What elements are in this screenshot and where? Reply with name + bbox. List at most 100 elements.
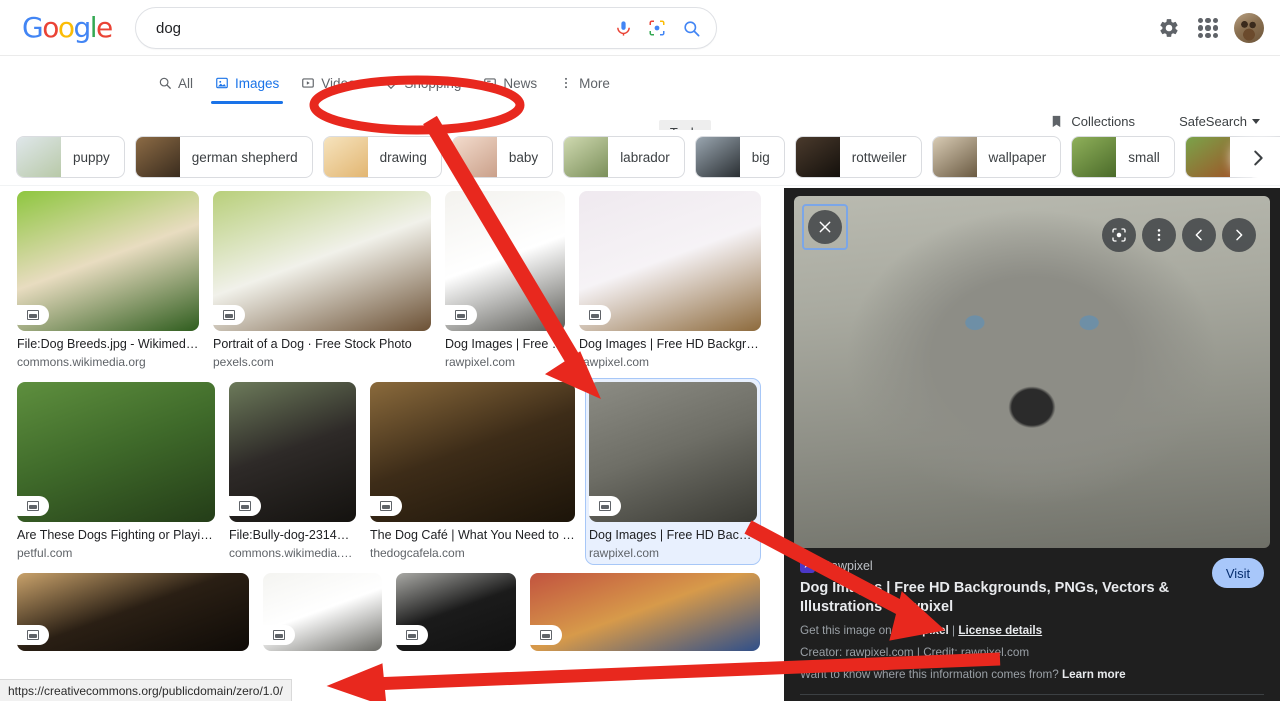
image-result[interactable] (260, 570, 385, 654)
license-badge-icon (579, 305, 611, 325)
license-badge-icon (445, 305, 477, 325)
tab-label: Shopping (404, 75, 462, 91)
tab-images[interactable]: Images (205, 66, 289, 104)
tab-shopping[interactable]: Shopping (374, 66, 471, 100)
search-chip[interactable]: rottweiler (794, 136, 922, 178)
license-badge-icon (17, 305, 49, 325)
image-results-grid[interactable]: File:Dog Breeds.jpg - Wikimedia Co... com… (0, 188, 784, 701)
preview-hero-image[interactable] (794, 196, 1270, 548)
avatar[interactable] (1234, 13, 1264, 43)
search-box[interactable]: dog (135, 7, 717, 49)
logo-letter: g (73, 10, 91, 44)
result-title: File:Dog Breeds.jpg - Wikimedia Co... (17, 337, 199, 351)
search-chip[interactable]: puppy (16, 136, 125, 178)
image-result[interactable]: Dog Images | Free HD ... rawpixel.com (442, 188, 568, 373)
news-icon (484, 78, 497, 88)
chips-next-button[interactable] (1236, 138, 1280, 178)
image-result[interactable]: Are These Dogs Fighting or Playing ... pe… (14, 379, 218, 564)
chip-label: big (751, 149, 770, 165)
search-input[interactable]: dog (136, 20, 606, 37)
close-icon[interactable] (808, 210, 842, 244)
tab-news[interactable]: News (473, 66, 547, 100)
tag-icon (385, 76, 398, 90)
license-details-link[interactable]: License details (958, 624, 1042, 637)
result-thumbnail[interactable] (370, 382, 575, 522)
license-badge-icon (17, 625, 49, 645)
image-result[interactable] (527, 570, 763, 654)
image-result[interactable]: The Dog Café | What You Need to Know ...… (367, 379, 578, 564)
result-thumbnail[interactable] (530, 573, 760, 651)
results-row (0, 570, 784, 654)
result-thumbnail[interactable] (17, 191, 199, 331)
preview-learn-line: Want to know where this information come… (800, 666, 1264, 683)
microphone-icon[interactable] (606, 11, 640, 45)
result-title: Portrait of a Dog · Free Stock Photo (213, 337, 412, 351)
search-chip[interactable]: labrador (563, 136, 685, 178)
chip-thumbnail (932, 137, 977, 177)
safesearch-label: SafeSearch (1179, 114, 1247, 129)
safesearch-button[interactable]: SafeSearch (1179, 114, 1260, 129)
chip-label: labrador (620, 149, 670, 165)
search-chip[interactable]: small (1071, 136, 1175, 178)
nav-bar: All Images Videos Shopping News More Col… (0, 56, 1280, 170)
license-badge-icon (263, 625, 295, 645)
image-result-selected[interactable]: Dog Images | Free HD Backgroun... rawpixe… (585, 378, 761, 565)
result-thumbnail[interactable] (17, 382, 215, 522)
result-thumbnail[interactable] (579, 191, 761, 331)
visit-button[interactable]: Visit (1212, 558, 1264, 588)
get-image-source: Rawpixel (898, 624, 949, 637)
result-thumbnail[interactable] (213, 191, 431, 331)
google-logo[interactable]: Google (22, 10, 113, 44)
google-lens-icon[interactable] (640, 11, 674, 45)
result-site: rawpixel.com (589, 546, 660, 560)
image-result[interactable] (14, 570, 252, 654)
image-result[interactable] (393, 570, 519, 654)
search-chip[interactable]: baby (451, 136, 554, 178)
logo-letter: G (22, 10, 44, 44)
result-thumbnail[interactable] (263, 573, 382, 651)
image-result[interactable]: Portrait of a Dog · Free Stock Photo pexe… (210, 188, 434, 373)
result-title: Dog Images | Free HD ... (445, 337, 565, 351)
chip-thumbnail (17, 137, 61, 177)
search-icon[interactable] (674, 11, 708, 45)
image-result[interactable]: File:Dog Breeds.jpg - Wikimedia Co... com… (14, 188, 202, 373)
search-chip[interactable]: german shepherd (134, 136, 313, 178)
tab-all[interactable]: All (148, 66, 203, 100)
google-apps-icon[interactable] (1196, 16, 1220, 40)
more-vertical-icon[interactable] (1142, 218, 1176, 252)
learn-more-link[interactable]: Learn more (1062, 668, 1126, 681)
result-site: rawpixel.com (579, 355, 650, 369)
tab-videos[interactable]: Videos (291, 66, 372, 100)
license-badge-icon (229, 496, 261, 516)
license-badge-icon (396, 625, 428, 645)
search-chip[interactable]: wallpaper (931, 136, 1062, 178)
image-result[interactable]: File:Bully-dog-2314909-... commons.wikime… (226, 379, 359, 564)
chevron-left-icon[interactable] (1182, 218, 1216, 252)
rawpixel-favicon (800, 556, 815, 573)
search-tabs: All Images Videos Shopping News More (148, 66, 620, 104)
close-button-focus-ring (802, 204, 848, 250)
collections-button[interactable]: Collections (1049, 114, 1135, 129)
chevron-right-icon[interactable] (1222, 218, 1256, 252)
chip-thumbnail (1072, 137, 1117, 177)
result-thumbnail[interactable] (17, 573, 249, 651)
result-thumbnail[interactable] (396, 573, 516, 651)
chip-label: german shepherd (191, 149, 298, 165)
result-site: rawpixel.com (445, 355, 516, 369)
search-chip[interactable]: big (694, 136, 785, 178)
result-thumbnail[interactable] (445, 191, 565, 331)
related-images-row: Related images See more (784, 695, 1280, 701)
google-lens-icon[interactable] (1102, 218, 1136, 252)
chip-thumbnail (323, 137, 368, 177)
preview-source[interactable]: Rawpixel (800, 556, 1264, 573)
result-thumbnail[interactable] (229, 382, 356, 522)
image-result[interactable]: Dog Images | Free HD Backgrounds, ... raw… (576, 188, 764, 373)
license-badge-icon (370, 496, 402, 516)
result-thumbnail[interactable] (589, 382, 757, 522)
tab-label: All (178, 75, 194, 91)
result-title: Dog Images | Free HD Backgrounds, ... (579, 337, 761, 351)
search-chip[interactable]: drawing (322, 136, 442, 178)
tab-more[interactable]: More (549, 66, 620, 100)
chip-thumbnail (695, 137, 740, 177)
gear-icon[interactable] (1156, 15, 1182, 41)
